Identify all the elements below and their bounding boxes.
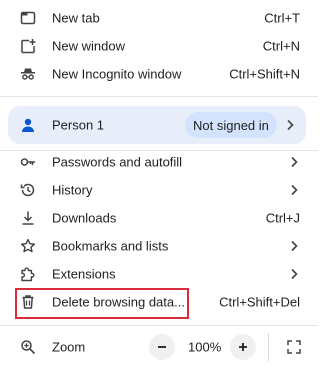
menu-item-bookmarks[interactable]: Bookmarks and lists xyxy=(0,232,318,260)
menu-item-extensions[interactable]: Extensions xyxy=(0,260,318,288)
fullscreen-icon[interactable] xyxy=(286,339,302,355)
zoom-out-button[interactable] xyxy=(149,334,175,360)
menu-item-label: Passwords and autofill xyxy=(52,154,183,170)
zoom-row: Zoom 100% xyxy=(0,333,318,361)
history-icon xyxy=(20,182,36,198)
shortcut-label: Ctrl+T xyxy=(264,10,300,26)
divider xyxy=(268,333,269,361)
menu-item-label: History xyxy=(52,182,93,198)
menu-item-new-tab[interactable]: New tab Ctrl+T xyxy=(0,4,318,32)
new-window-icon xyxy=(20,38,36,54)
profile-name: Person 1 xyxy=(52,117,105,133)
menu-item-new-window[interactable]: New window Ctrl+N xyxy=(0,32,318,60)
puzzle-icon xyxy=(20,266,36,282)
menu-item-history[interactable]: History xyxy=(0,176,318,204)
divider xyxy=(0,325,318,326)
shortcut-label: Ctrl+Shift+Del xyxy=(219,294,300,310)
shortcut-label: Ctrl+N xyxy=(262,38,300,54)
person-icon xyxy=(20,117,36,133)
shortcut-label: Ctrl+J xyxy=(265,210,300,226)
zoom-in-button[interactable] xyxy=(230,334,256,360)
shortcut-label: Ctrl+Shift+N xyxy=(229,66,300,82)
new-tab-icon xyxy=(20,10,36,26)
profile-row[interactable]: Person 1 Not signed in xyxy=(8,106,306,144)
zoom-icon xyxy=(20,339,36,355)
chevron-right-icon xyxy=(287,119,294,131)
menu-item-label: New Incognito window xyxy=(52,66,182,82)
zoom-level: 100% xyxy=(188,339,222,355)
chevron-right-icon xyxy=(291,156,298,168)
zoom-label: Zoom xyxy=(52,339,86,355)
menu-item-label: New tab xyxy=(52,10,100,26)
star-icon xyxy=(20,238,36,254)
sign-in-status-badge: Not signed in xyxy=(185,112,277,138)
download-icon xyxy=(20,210,36,226)
menu-item-label: Downloads xyxy=(52,210,117,226)
menu-item-label: New window xyxy=(52,38,125,54)
highlight-box xyxy=(15,288,189,319)
menu-item-downloads[interactable]: Downloads Ctrl+J xyxy=(0,204,318,232)
plus-icon xyxy=(239,343,247,351)
menu-item-new-incognito[interactable]: New Incognito window Ctrl+Shift+N xyxy=(0,60,318,88)
incognito-icon xyxy=(20,66,36,82)
key-icon xyxy=(20,154,36,170)
menu-item-passwords[interactable]: Passwords and autofill xyxy=(0,148,318,176)
chevron-right-icon xyxy=(291,184,298,196)
menu-item-label: Extensions xyxy=(52,266,116,282)
chevron-right-icon xyxy=(291,240,298,252)
menu-item-label: Bookmarks and lists xyxy=(52,238,169,254)
chevron-right-icon xyxy=(291,268,298,280)
divider xyxy=(0,96,318,97)
minus-icon xyxy=(158,346,166,348)
chrome-menu: New tab Ctrl+T New window Ctrl+N New Inc… xyxy=(0,0,318,371)
